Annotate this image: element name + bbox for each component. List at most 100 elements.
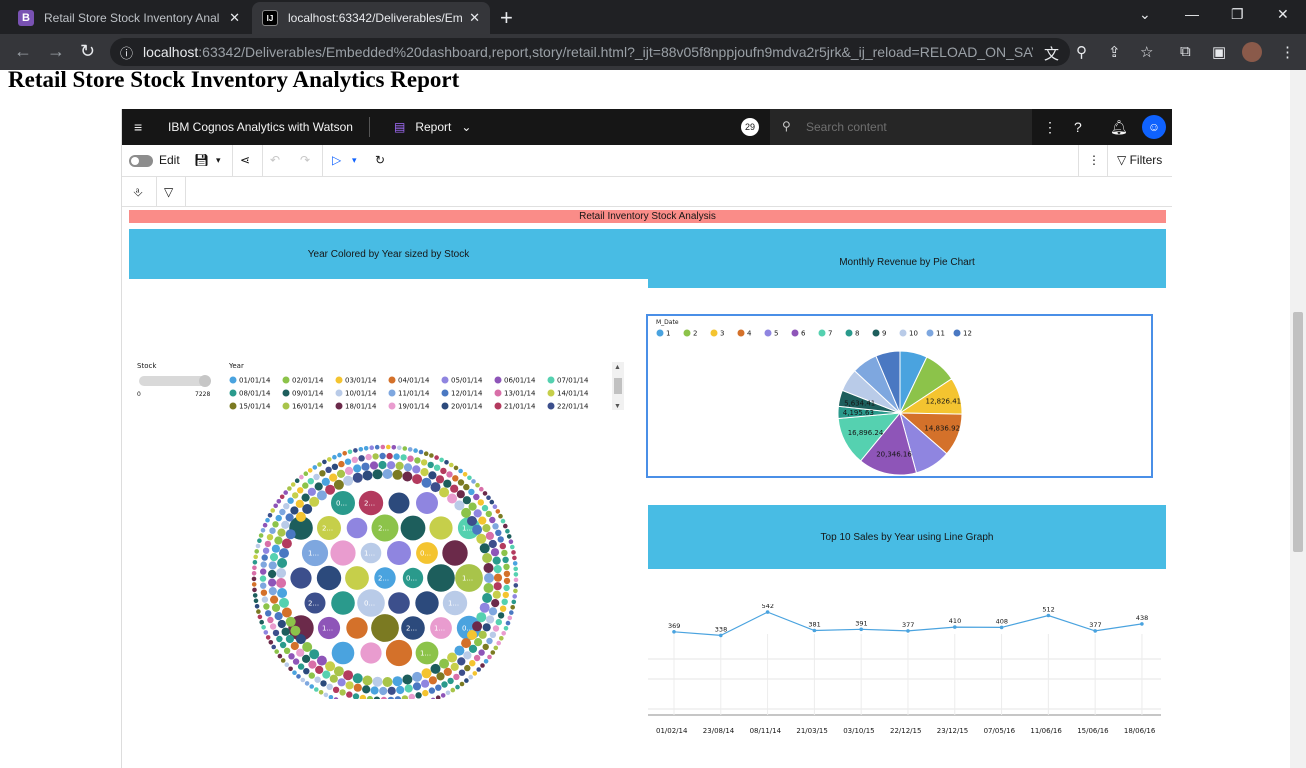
bubble[interactable] bbox=[513, 572, 519, 577]
bubble[interactable] bbox=[308, 672, 315, 679]
bubble[interactable] bbox=[489, 499, 495, 505]
bubble[interactable] bbox=[445, 690, 451, 696]
legend-scroll-up-icon[interactable]: ▲ bbox=[614, 364, 621, 371]
bubble[interactable] bbox=[260, 561, 267, 568]
bubble[interactable] bbox=[427, 564, 455, 592]
zoom-icon[interactable]: ⚲ bbox=[1076, 43, 1087, 61]
bubble[interactable] bbox=[276, 578, 287, 588]
bubble[interactable] bbox=[268, 569, 277, 579]
year-legend-item[interactable]: 13/01/14 bbox=[504, 390, 536, 398]
bubble[interactable] bbox=[440, 693, 446, 698]
bubble[interactable] bbox=[322, 670, 331, 679]
bubble[interactable] bbox=[388, 492, 410, 514]
bubble[interactable] bbox=[260, 528, 266, 533]
year-legend-item[interactable]: 14/01/14 bbox=[557, 390, 589, 398]
bubble[interactable] bbox=[503, 523, 508, 529]
bubble[interactable] bbox=[284, 662, 290, 667]
bubble[interactable] bbox=[372, 676, 383, 687]
bubble[interactable] bbox=[302, 482, 309, 489]
bubble[interactable] bbox=[471, 479, 476, 484]
bubble[interactable] bbox=[276, 568, 287, 578]
run-chevron-icon[interactable]: ▾ bbox=[352, 155, 357, 166]
bubble[interactable] bbox=[450, 662, 459, 671]
bubble[interactable] bbox=[363, 446, 369, 451]
bubble[interactable] bbox=[257, 538, 262, 543]
bubble[interactable] bbox=[352, 693, 360, 699]
bubble[interactable] bbox=[503, 584, 510, 592]
bubble[interactable] bbox=[387, 696, 394, 699]
bubble[interactable] bbox=[272, 521, 279, 528]
bubble[interactable] bbox=[458, 669, 466, 676]
share-icon[interactable]: ⋖ bbox=[240, 153, 250, 167]
bubble[interactable] bbox=[402, 674, 413, 685]
bubble[interactable] bbox=[493, 565, 502, 574]
bubble[interactable] bbox=[478, 630, 487, 639]
bubble[interactable] bbox=[488, 539, 497, 549]
bubble[interactable] bbox=[258, 533, 264, 538]
bubble[interactable] bbox=[511, 550, 516, 555]
bubble[interactable] bbox=[467, 630, 477, 640]
share-icon[interactable]: ⇪ bbox=[1108, 43, 1121, 61]
bubble[interactable] bbox=[512, 561, 518, 566]
bubble[interactable] bbox=[497, 612, 505, 619]
bubble[interactable] bbox=[343, 475, 354, 486]
bubble[interactable] bbox=[290, 482, 296, 487]
bubble[interactable] bbox=[452, 475, 459, 482]
line-point[interactable] bbox=[1140, 622, 1144, 626]
bubble[interactable] bbox=[435, 684, 442, 691]
bubble[interactable] bbox=[326, 683, 333, 690]
pie-legend-item[interactable]: 7 bbox=[828, 330, 832, 338]
bubble[interactable] bbox=[421, 477, 432, 488]
line-point[interactable] bbox=[1046, 613, 1051, 618]
bubble[interactable] bbox=[329, 473, 338, 482]
pie-legend-item[interactable]: 10 bbox=[909, 330, 918, 338]
bubble[interactable] bbox=[339, 689, 346, 696]
bubble[interactable] bbox=[513, 583, 519, 588]
bubble[interactable] bbox=[462, 496, 471, 505]
bubble[interactable] bbox=[462, 472, 468, 477]
legend-scroll-down-icon[interactable]: ▼ bbox=[614, 403, 621, 410]
filters-button[interactable]: ▽ Filters bbox=[1117, 153, 1162, 167]
bubble[interactable] bbox=[464, 664, 471, 672]
bubble[interactable] bbox=[428, 676, 437, 685]
bubble[interactable] bbox=[450, 687, 456, 693]
bubble[interactable] bbox=[413, 448, 418, 453]
bubble[interactable] bbox=[336, 469, 346, 478]
bubble[interactable] bbox=[346, 617, 368, 639]
bubble[interactable] bbox=[461, 507, 472, 518]
bubble[interactable] bbox=[312, 465, 318, 470]
bubble[interactable] bbox=[482, 643, 489, 651]
bubble[interactable] bbox=[281, 607, 292, 618]
bubble[interactable] bbox=[299, 474, 304, 480]
bubble[interactable] bbox=[307, 478, 314, 485]
help-icon[interactable]: ? bbox=[1074, 119, 1082, 135]
bubble[interactable] bbox=[441, 681, 448, 688]
bubble[interactable] bbox=[493, 645, 499, 651]
bubble[interactable] bbox=[279, 508, 286, 516]
bubble[interactable] bbox=[456, 490, 465, 499]
bubble[interactable] bbox=[277, 588, 288, 598]
bubble[interactable] bbox=[316, 655, 327, 666]
line-point[interactable] bbox=[672, 630, 676, 634]
bubble[interactable] bbox=[290, 506, 299, 515]
bubble[interactable] bbox=[343, 670, 354, 681]
year-legend-item[interactable]: 01/01/14 bbox=[239, 377, 271, 385]
bubble[interactable] bbox=[281, 538, 292, 549]
bubble[interactable] bbox=[321, 477, 330, 486]
bubble[interactable] bbox=[420, 459, 428, 466]
bubble[interactable] bbox=[304, 681, 310, 686]
bubble[interactable] bbox=[320, 680, 327, 687]
bubble[interactable] bbox=[430, 663, 441, 674]
pie-legend-item[interactable]: 5 bbox=[774, 330, 778, 338]
bubble[interactable] bbox=[512, 555, 517, 561]
bubble[interactable] bbox=[492, 590, 501, 599]
extensions-icon[interactable]: ⧉ bbox=[1180, 43, 1191, 60]
year-legend-item[interactable]: 09/01/14 bbox=[292, 390, 324, 398]
bubble[interactable] bbox=[418, 449, 424, 455]
url-text[interactable]: localhost:63342/Deliverables/Embedded%20… bbox=[143, 44, 1033, 60]
bubble[interactable] bbox=[447, 677, 454, 685]
bubble[interactable] bbox=[265, 635, 271, 640]
bubble[interactable] bbox=[285, 529, 296, 540]
bubble[interactable] bbox=[346, 691, 353, 698]
bubble[interactable] bbox=[502, 556, 509, 563]
